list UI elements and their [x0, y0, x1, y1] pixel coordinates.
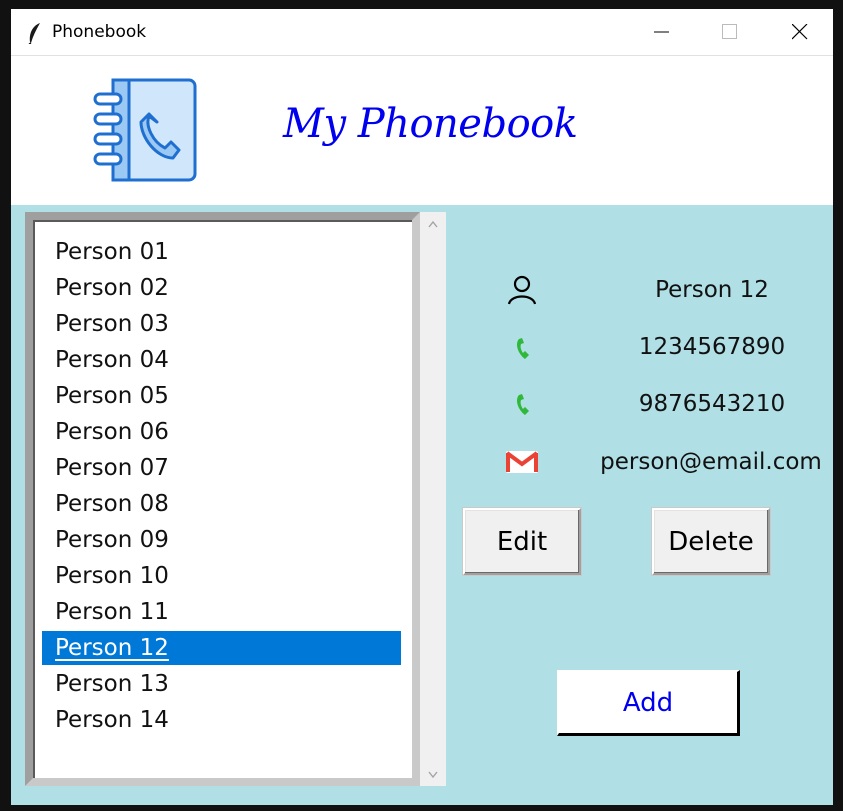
- scroll-down-arrow-icon[interactable]: [428, 771, 438, 778]
- phone-icon: [517, 338, 529, 359]
- list-scrollbar[interactable]: [420, 212, 446, 786]
- maximize-icon: [722, 24, 737, 39]
- feather-icon: [28, 23, 40, 44]
- contacts-listbox[interactable]: Person 01 Person 02 Person 03 Person 04 …: [25, 212, 420, 786]
- person-icon: [507, 275, 537, 305]
- list-item[interactable]: Person 06: [42, 415, 401, 449]
- list-item[interactable]: Person 13: [42, 667, 401, 701]
- list-item[interactable]: Person 08: [42, 487, 401, 521]
- list-item[interactable]: Person 02: [42, 271, 401, 305]
- title-bar[interactable]: Phonebook: [11, 9, 833, 56]
- list-item[interactable]: Person 10: [42, 559, 401, 593]
- list-item[interactable]: Person 04: [42, 343, 401, 377]
- contact-email: person@email.com: [600, 449, 822, 475]
- list-item[interactable]: Person 05: [42, 379, 401, 413]
- list-item[interactable]: Person 09: [42, 523, 401, 557]
- close-button[interactable]: [777, 9, 823, 55]
- list-item-selected[interactable]: Person 12: [42, 631, 401, 665]
- delete-button[interactable]: Delete: [652, 508, 770, 575]
- contact-phone-2: 9876543210: [638, 391, 786, 417]
- minimize-icon: [654, 31, 669, 33]
- window-title: Phonebook: [52, 22, 147, 42]
- list-item[interactable]: Person 01: [42, 235, 401, 269]
- app-header: My Phonebook: [11, 56, 833, 205]
- minimize-button[interactable]: [639, 9, 685, 55]
- phonebook-logo-icon: [93, 78, 197, 182]
- close-icon: [792, 24, 808, 40]
- scroll-up-arrow-icon[interactable]: [428, 221, 438, 228]
- maximize-button[interactable]: [707, 9, 753, 55]
- list-item[interactable]: Person 11: [42, 595, 401, 629]
- list-item[interactable]: Person 03: [42, 307, 401, 341]
- phonebook-window: Phonebook My Phonebook Person 01 Person …: [11, 9, 833, 805]
- add-button[interactable]: Add: [557, 670, 740, 736]
- gmail-icon: [505, 451, 539, 473]
- list-item[interactable]: Person 14: [42, 703, 401, 737]
- edit-button[interactable]: Edit: [463, 508, 581, 575]
- contact-name: Person 12: [655, 277, 769, 303]
- contact-phone-1: 1234567890: [638, 334, 786, 360]
- list-item[interactable]: Person 07: [42, 451, 401, 485]
- phone-icon: [517, 394, 529, 415]
- app-title: My Phonebook: [283, 101, 578, 147]
